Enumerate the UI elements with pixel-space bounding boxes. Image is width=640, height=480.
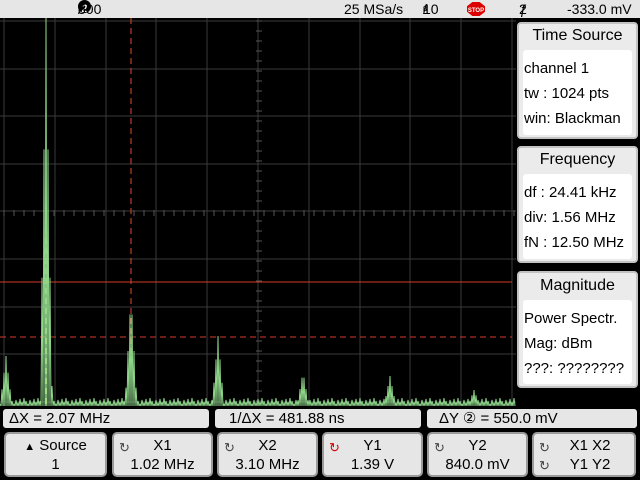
frequency-df: df : 24.41 kHz [524,184,617,201]
y1-value: 1.39 V [350,456,395,473]
cursor-readout-bar: ΔX = 2.07 MHz 1/ΔX = 481.88 ns ΔY ② = 55… [0,407,640,429]
source-softkey[interactable]: ▲ Source 1 [4,432,107,477]
time-source-panel[interactable]: Time Source channel 1 tw : 1024 pts win:… [517,22,638,139]
time-source-channel: channel 1 [524,60,590,77]
x2-softkey[interactable]: ↻ X2 3.10 MHz [217,432,318,477]
delta-x-readout: ΔX = 2.07 MHz [3,409,209,428]
magnitude-unit: Mag: dBm [524,335,593,352]
inverse-delta-x-readout: 1/ΔX = 481.88 ns [215,409,421,428]
frequency-fn: fN : 12.50 MHz [524,234,625,251]
y2-value: 840.0 mV [445,456,510,473]
time-source-width: tw : 1024 pts [524,85,610,102]
magnitude-unknown: ???: ???????? [524,360,625,377]
xy-select-line1: X1 X2 [569,437,611,454]
frequency-title: Frequency [539,151,616,168]
waveform-display [0,18,516,406]
channel-scale: 2 500 mV/ [78,0,102,17]
magnitude-panel[interactable]: Magnitude Power Spectr. Mag: dBm ???: ??… [517,271,638,388]
graticule [0,18,516,406]
x1-softkey[interactable]: ↻ X1 1.02 MHz [112,432,213,477]
magnitude-title: Magnitude [540,277,615,294]
status-bar: 2 500 mV/ 25 MSa/s 10μs/ STOP ƒ2 -333.0 … [0,0,640,18]
trigger-channel: 2 [519,1,527,17]
frequency-panel[interactable]: Frequency df : 24.41 kHz div: 1.56 MHz f… [517,146,638,263]
x1-value: 1.02 MHz [130,456,195,473]
menu-arrow-icon: ▲ [24,441,36,453]
y2-softkey[interactable]: ↻ Y2 840.0 mV [427,432,528,477]
x2-value: 3.10 MHz [235,456,300,473]
time-source-title: Time Source [532,27,623,44]
x1-label: X1 [153,437,172,454]
time-per-div: 10 μ s / [423,1,439,17]
time-source-window: win: Blackman [524,110,621,127]
y1-label: Y1 [363,437,382,454]
x2-label: X2 [258,437,277,454]
source-label: Source [39,437,87,454]
xy-select-softkey[interactable]: ↻ ↻ X1 X2 Y1 Y2 [532,432,636,477]
sample-rate: 25 MSa/s [344,1,404,17]
y1-softkey[interactable]: ↻ Y1 1.39 V [322,432,423,477]
magnitude-mode: Power Spectr. [524,310,618,327]
delta-y-readout: ΔY ② = 550.0 mV [427,409,637,428]
y2-label: Y2 [468,437,487,454]
trigger-level: -333.0 mV [567,1,632,17]
source-value: 1 [51,456,60,473]
frequency-div: div: 1.56 MHz [524,209,616,226]
xy-select-line2: Y1 Y2 [569,456,611,473]
